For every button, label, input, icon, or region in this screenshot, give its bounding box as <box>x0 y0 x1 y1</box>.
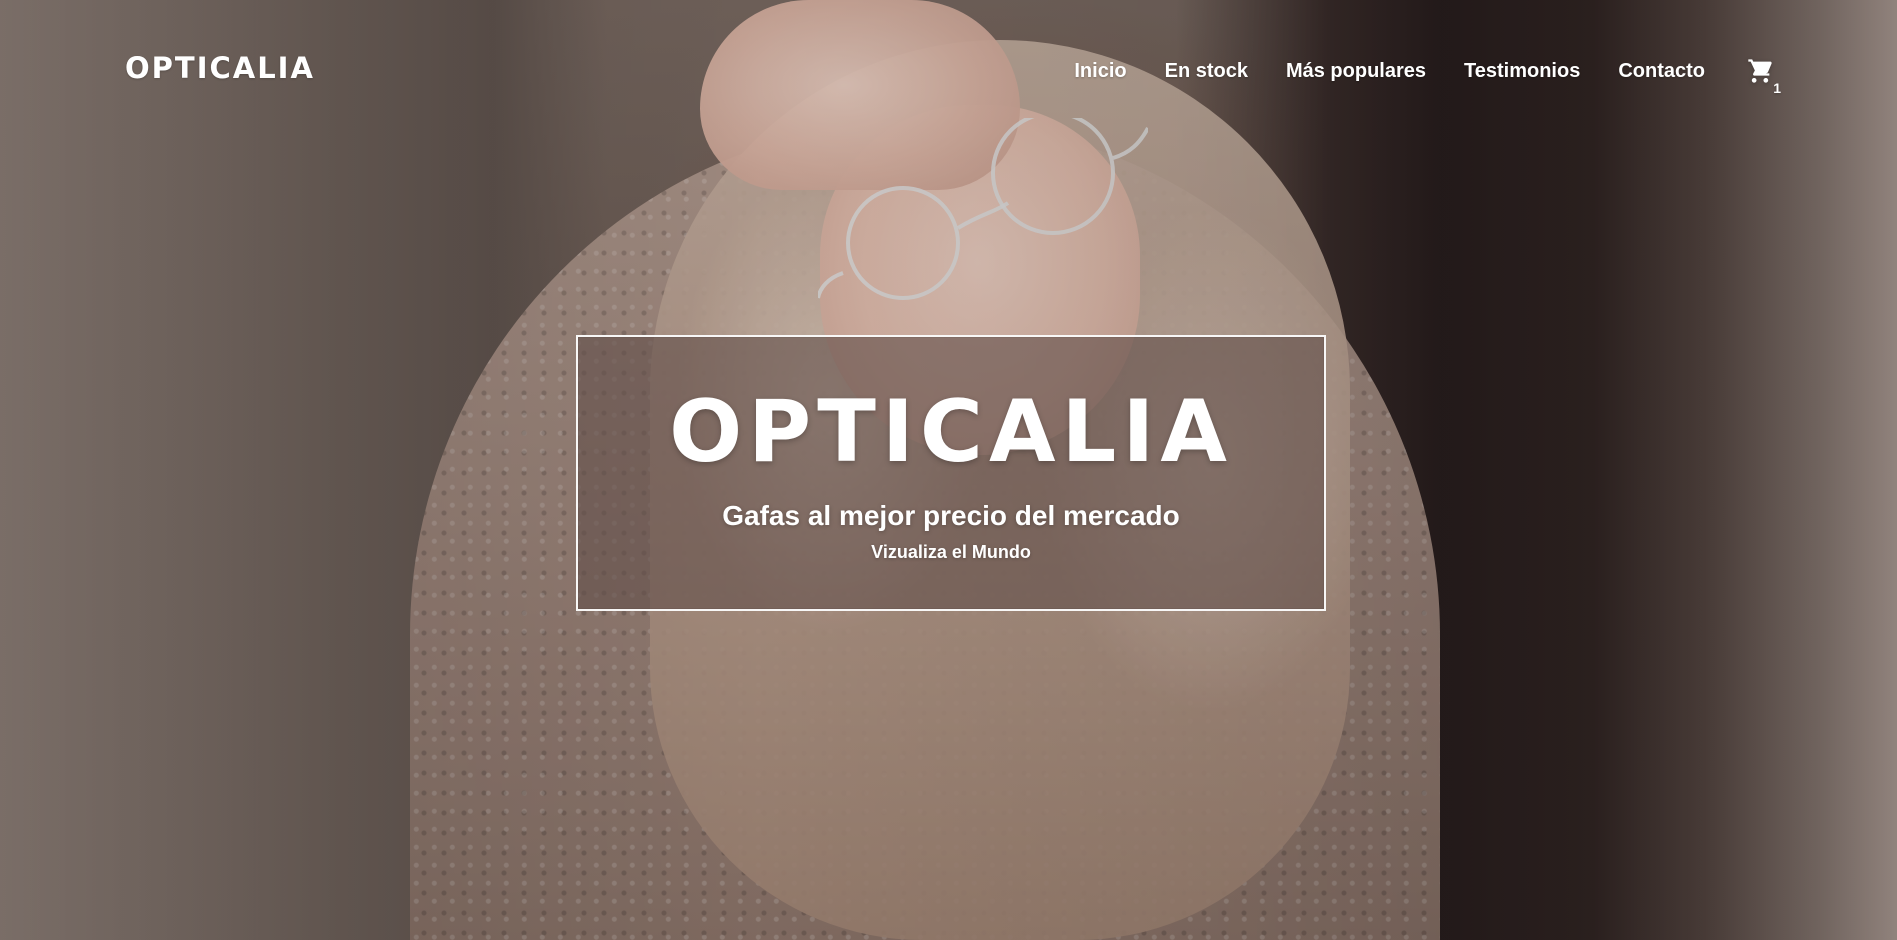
nav-link-inicio[interactable]: Inicio <box>1074 60 1126 83</box>
nav-link-testimonios[interactable]: Testimonios <box>1464 60 1580 83</box>
main-nav: Inicio En stock Más populares Testimonio… <box>1074 54 1781 96</box>
nav-link-en-stock[interactable]: En stock <box>1165 60 1248 83</box>
hero-card: OPTICALIA Gafas al mejor precio del merc… <box>576 335 1326 611</box>
cart-button[interactable]: 1 <box>1743 54 1781 96</box>
nav-link-mas-populares[interactable]: Más populares <box>1286 60 1426 83</box>
hero-subtitle: Gafas al mejor precio del mercado <box>722 500 1180 531</box>
nav-link-contacto[interactable]: Contacto <box>1618 60 1705 83</box>
site-header: OPTICALIA Inicio En stock Más populares … <box>0 0 1897 140</box>
hero-title: OPTICALIA <box>669 382 1233 482</box>
hero-tagline: Vizualiza el Mundo <box>871 542 1031 562</box>
cart-icon <box>1748 59 1772 83</box>
site-logo[interactable]: OPTICALIA <box>125 51 315 85</box>
cart-count-badge: 1 <box>1773 80 1781 96</box>
hero-section: OPTICALIA Inicio En stock Más populares … <box>0 0 1897 940</box>
